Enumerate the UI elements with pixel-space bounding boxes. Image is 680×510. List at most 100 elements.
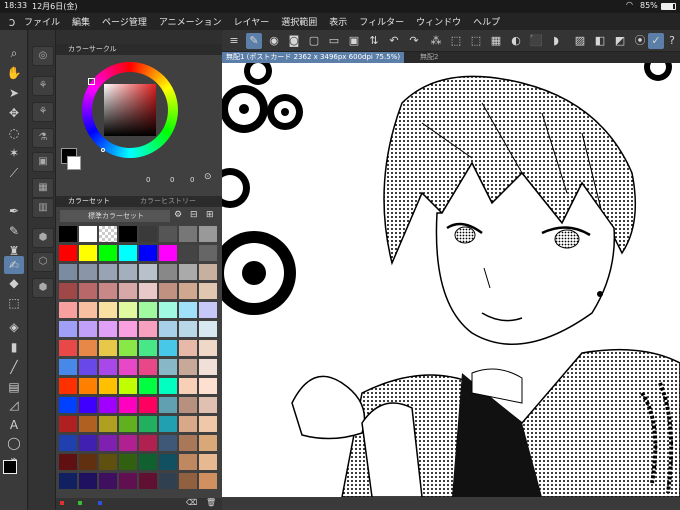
color-swatch[interactable] [79,397,97,413]
menu-selection[interactable]: 選択範囲 [281,15,317,28]
color-swatch[interactable] [139,226,157,242]
drawing-canvas[interactable] [222,63,680,497]
menu-help[interactable]: ヘルプ [473,15,500,28]
zoom-icon[interactable]: ⌕ [4,44,24,62]
color-swatch[interactable] [139,245,157,261]
color-swatch[interactable] [159,473,177,489]
color-swatch[interactable] [79,302,97,318]
color-swatch[interactable] [179,359,197,375]
redo-icon[interactable]: ↷ [406,33,422,49]
color-swatch[interactable] [199,397,217,413]
subtool-7-icon[interactable]: ▥ [32,198,54,218]
color-swatch[interactable] [59,340,77,356]
menu-animation[interactable]: アニメーション [159,15,222,28]
color-swatch[interactable] [59,264,77,280]
eyedropper-icon[interactable]: ⟋ [4,164,24,182]
color-swatch[interactable] [79,340,97,356]
color-swatch[interactable] [119,264,137,280]
color-swatch[interactable] [119,359,137,375]
edit-icon[interactable]: ⊟ [190,210,198,220]
pen-icon[interactable]: ✒ [4,202,24,220]
color-swatch[interactable] [159,226,177,242]
color-swatch[interactable] [99,454,117,470]
color-swatch[interactable] [179,397,197,413]
color-swatch[interactable] [79,283,97,299]
color-swatch[interactable] [119,340,137,356]
snap-icon[interactable]: ▨ [572,33,588,49]
color-swatch[interactable] [99,416,117,432]
ruler-icon[interactable]: ◿ [4,396,24,414]
menu-layer[interactable]: レイヤー [234,15,270,28]
color-swatch[interactable] [59,416,77,432]
edit-layer-icon[interactable]: ✎ [246,33,262,49]
color-swatch[interactable] [79,378,97,394]
subtool-4-icon[interactable]: ⚗ [32,128,54,148]
color-swatch[interactable] [199,264,217,280]
tab-active-document[interactable]: 無配1 (ポストカード 2362 x 3496px 600dpi 75.5%) [222,52,405,63]
color-swatch[interactable] [99,321,117,337]
menu-edit[interactable]: 編集 [72,15,90,28]
color-swatch[interactable] [139,321,157,337]
color-swatch[interactable] [159,321,177,337]
color-swatch[interactable] [179,340,197,356]
color-swatch[interactable] [99,359,117,375]
color-swatch[interactable] [139,340,157,356]
color-swatch[interactable] [139,378,157,394]
color-swatch[interactable] [139,302,157,318]
color-swatch[interactable] [59,435,77,451]
color-swatch[interactable] [159,397,177,413]
fill-icon[interactable]: ◈ [4,318,24,336]
color-swatch[interactable] [159,302,177,318]
color-swatch[interactable] [119,283,137,299]
delete-icon[interactable]: ⌫ [186,498,197,507]
color-set-select[interactable]: 標準カラーセット [60,210,170,222]
saturation-value-square[interactable] [104,84,156,136]
subtool-3-icon[interactable]: ⚘ [32,102,54,122]
color-swatch[interactable] [179,321,197,337]
eraser-icon[interactable]: ◆ [4,274,24,292]
gradient-icon[interactable]: ▮ [4,338,24,356]
menu-icon[interactable]: ≡ [226,33,242,49]
subtool-1-icon[interactable]: ◎ [32,46,54,66]
color-swatch[interactable] [139,283,157,299]
color-swatch[interactable] [199,416,217,432]
add-color-icon[interactable]: ⊞ [206,210,214,220]
pencil-icon[interactable]: ✎ [4,222,24,240]
color-swatch[interactable] [119,473,137,489]
color-swatch[interactable] [119,378,137,394]
color-swatch[interactable] [79,435,97,451]
color-swatch[interactable] [159,454,177,470]
color-swatch[interactable] [139,416,157,432]
pointer-icon[interactable]: ➤ [4,84,24,102]
subtool-10-icon[interactable]: ⬢ [32,278,54,298]
main-color-swatch[interactable] [3,460,17,474]
subtool-6-icon[interactable]: ▦ [32,178,54,198]
color-swatch[interactable] [79,226,97,242]
color-swatch[interactable] [199,359,217,375]
camera-icon[interactable]: ◉ [266,33,282,49]
record-icon[interactable]: ◙ [286,33,302,49]
color-swatch[interactable] [159,245,177,261]
menu-page[interactable]: ページ管理 [102,15,147,28]
color-swatch[interactable] [99,283,117,299]
color-swatch[interactable] [119,397,137,413]
color-swatch[interactable] [179,473,197,489]
color-swatch[interactable] [99,302,117,318]
color-swatch[interactable] [139,264,157,280]
color-swatch[interactable] [59,397,77,413]
color-swatch[interactable] [99,378,117,394]
color-swatch[interactable] [59,321,77,337]
color-swatch[interactable] [179,416,197,432]
frame-icon[interactable]: ▤ [4,378,24,396]
color-swatch[interactable] [139,359,157,375]
color-swatch[interactable] [79,245,97,261]
color-swatch[interactable] [59,226,77,242]
export-icon[interactable]: ⇅ [366,33,382,49]
blend-icon[interactable]: ⬚ [4,294,24,312]
subtool-8-icon[interactable]: ⬢ [32,228,54,248]
color-swatch[interactable] [119,435,137,451]
color-swatch[interactable] [99,340,117,356]
color-swatch[interactable] [119,226,137,242]
color-swatch[interactable] [159,435,177,451]
color-swatch[interactable] [199,283,217,299]
